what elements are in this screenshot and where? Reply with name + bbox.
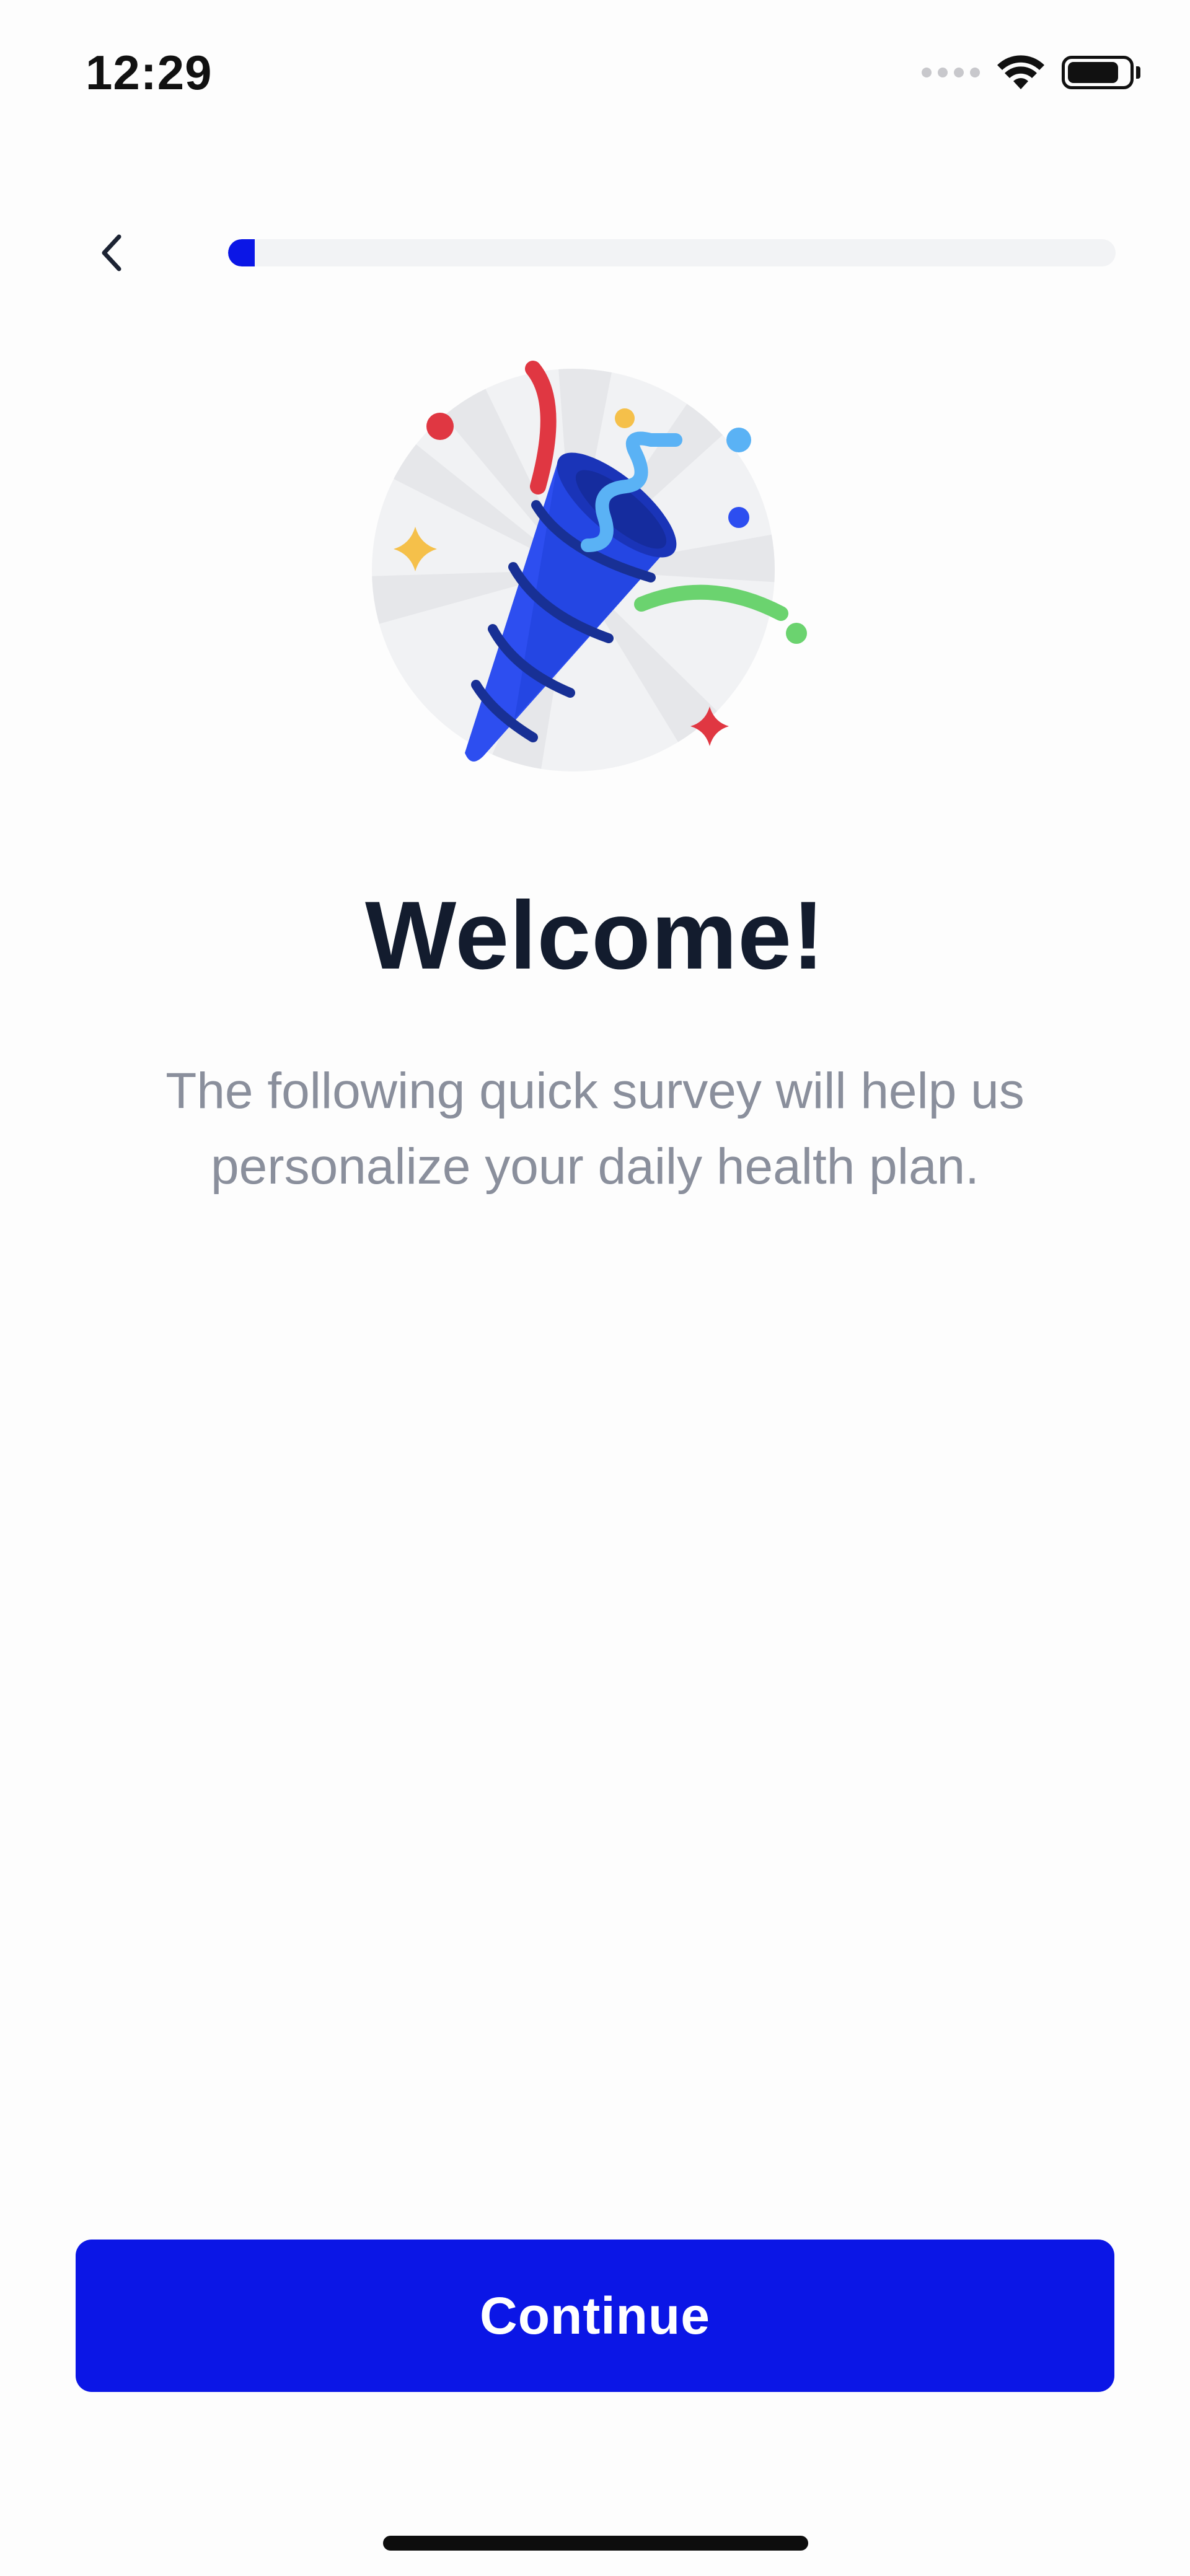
- wifi-icon: [997, 55, 1044, 89]
- progress-fill: [228, 239, 255, 266]
- back-button[interactable]: [81, 222, 143, 284]
- status-bar-icons: [922, 53, 1140, 92]
- cellular-signal-icon: [922, 68, 980, 77]
- chevron-left-icon: [102, 234, 121, 271]
- onboarding-welcome-screen: 12:29 Welcome! The following quick surve…: [0, 0, 1190, 2576]
- page-title: Welcome!: [365, 882, 825, 990]
- page-subtitle: The following quick survey will help us …: [165, 1063, 1025, 1195]
- party-popper-icon: [372, 361, 807, 771]
- continue-button[interactable]: Continue: [76, 2240, 1114, 2392]
- survey-progress-bar: [228, 239, 1116, 266]
- home-indicator[interactable]: [383, 2536, 808, 2551]
- battery-icon: [1062, 56, 1140, 89]
- status-bar-time: 12:29: [86, 45, 213, 100]
